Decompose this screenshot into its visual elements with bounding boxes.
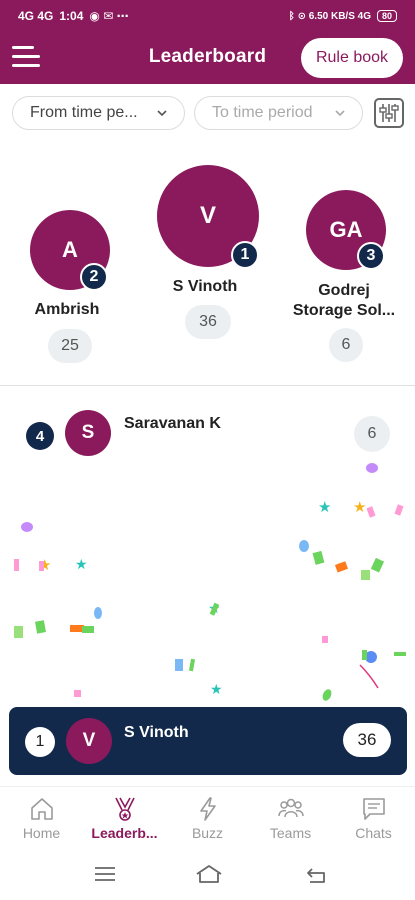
nav-label: Leaderb... <box>91 825 158 841</box>
home-icon <box>30 798 53 820</box>
status-bar: 4G 4G 1:04 ◉ ✉ ⋯ ᛒ ⊙ 6.50 KB/S 4G 80 <box>0 0 415 32</box>
chevron-down-icon <box>157 110 167 117</box>
rank-badge: 3 <box>357 242 385 270</box>
notification-icons: ◉ ✉ ⋯ <box>89 9 129 23</box>
avatar: S <box>65 410 111 456</box>
recent-apps-icon[interactable] <box>94 866 116 882</box>
signal-icons: 4G 4G <box>18 9 54 23</box>
status-time: 1:04 <box>59 9 84 23</box>
trophy-icon <box>114 797 135 821</box>
svg-text:★: ★ <box>75 557 88 573</box>
nav-label: Buzz <box>191 825 224 841</box>
svg-text:★: ★ <box>353 498 366 516</box>
nav-leaderboard[interactable]: Leaderb... <box>83 787 166 846</box>
nav-chats[interactable]: Chats <box>332 787 415 846</box>
battery-icon: 80 <box>376 10 397 22</box>
my-name: S Vinoth <box>124 724 189 741</box>
score-pill: 36 <box>185 305 231 339</box>
system-status-icons: ᛒ ⊙ 6.50 KB/S 4G <box>288 10 371 22</box>
svg-text:★: ★ <box>208 601 221 617</box>
svg-text:★: ★ <box>318 498 331 516</box>
svg-text:★: ★ <box>210 682 223 698</box>
podium-name: S Vinoth <box>172 278 238 295</box>
rank-badge: 2 <box>80 263 108 291</box>
lightning-icon <box>199 797 216 821</box>
time-filters: From time pe... To time period <box>12 96 404 130</box>
nav-label: Teams <box>269 825 312 841</box>
nav-teams[interactable]: Teams <box>249 787 332 846</box>
leaderboard-row[interactable]: 4 S Saravanan K 6 <box>0 404 415 462</box>
score-pill: 6 <box>354 416 390 452</box>
avatar: V <box>66 718 112 764</box>
my-rank-card[interactable]: 1 V S Vinoth 36 <box>9 707 407 775</box>
score-pill: 25 <box>48 329 92 363</box>
bottom-navigation: Home Leaderb... Buzz Teams Chats <box>0 786 415 846</box>
teams-icon <box>277 798 304 818</box>
chat-icon <box>362 798 385 820</box>
score-pill: 36 <box>343 723 391 757</box>
back-icon[interactable] <box>306 866 328 884</box>
nav-label: Home <box>22 825 61 841</box>
chevron-down-icon <box>335 110 345 117</box>
app-header: Leaderboard Rule book <box>0 32 415 84</box>
from-time-period-label: From time pe... <box>30 104 138 121</box>
rule-book-button[interactable]: Rule book <box>301 38 403 78</box>
nav-home[interactable]: Home <box>0 787 83 846</box>
divider <box>0 385 415 386</box>
filter-sliders-icon[interactable] <box>374 98 404 128</box>
confetti-decoration: ★ ★ ★ ★ ★ ★ <box>14 463 406 701</box>
system-navigation-bar <box>0 846 415 900</box>
rank-badge: 1 <box>25 727 55 757</box>
podium-name: Ambrish <box>34 301 100 318</box>
podium-name-line2: Storage Sol... <box>292 302 396 319</box>
svg-text:★: ★ <box>38 556 51 574</box>
podium-name-line1: Godrej <box>318 282 370 299</box>
rank-badge: 4 <box>26 422 54 450</box>
from-time-period-dropdown[interactable]: From time pe... <box>12 96 185 130</box>
score-pill: 6 <box>329 328 363 362</box>
row-name: Saravanan K <box>124 415 221 432</box>
to-time-period-dropdown[interactable]: To time period <box>194 96 363 130</box>
nav-label: Chats <box>355 825 392 841</box>
nav-buzz[interactable]: Buzz <box>166 787 249 846</box>
home-button-icon[interactable] <box>195 864 223 884</box>
to-time-period-label: To time period <box>212 104 313 121</box>
rank-badge: 1 <box>231 241 259 269</box>
